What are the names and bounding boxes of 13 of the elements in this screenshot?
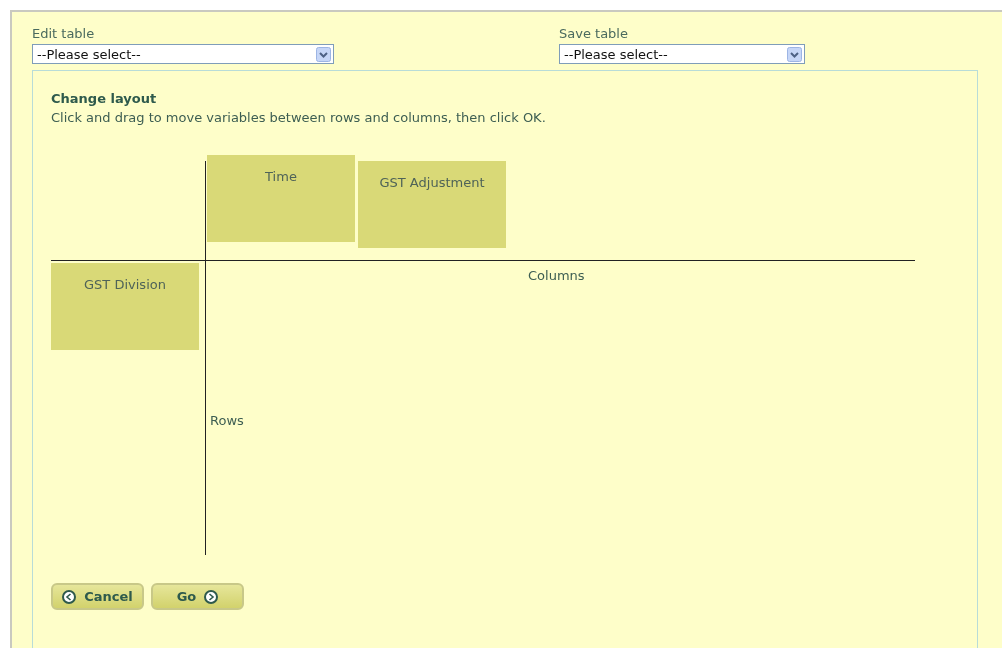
go-button[interactable]: Go: [151, 583, 244, 610]
instructions: Click and drag to move variables between rows and columns, then click OK.: [51, 110, 547, 125]
rows-label: Rows: [210, 413, 244, 428]
field-label: Edit table: [32, 26, 96, 41]
dropdown[interactable]: --Please select--: [559, 44, 805, 64]
column-variable-tile[interactable]: Time: [207, 155, 355, 242]
cancel-button[interactable]: Cancel: [51, 583, 144, 610]
field-label: Save table: [559, 26, 629, 41]
row-variable-tile[interactable]: GST Division: [51, 263, 199, 350]
dropdown[interactable]: --Please select--: [32, 44, 334, 64]
columns-label: Columns: [528, 268, 585, 283]
panel-title: Change layout: [51, 91, 158, 106]
column-variable-tile[interactable]: GST Adjustment: [358, 161, 506, 248]
